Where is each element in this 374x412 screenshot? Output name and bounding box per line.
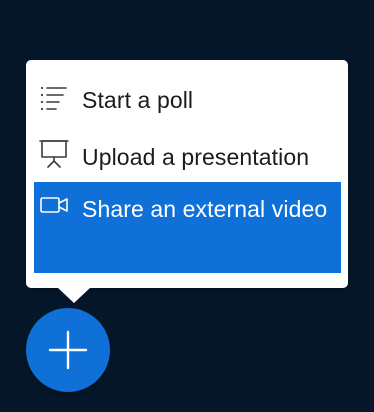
share-external-video-label: Share an external video <box>82 196 328 222</box>
share-external-video-menu-item[interactable]: Share an external video <box>34 182 341 273</box>
actions-fab-button[interactable] <box>26 308 110 392</box>
upload-presentation-menu-item[interactable]: Upload a presentation <box>34 136 341 176</box>
presentation-icon <box>39 140 69 168</box>
start-poll-label: Start a poll <box>82 87 194 113</box>
menu-pointer-arrow <box>57 287 91 303</box>
actions-menu: Start a poll Upload a presentation Share… <box>26 60 348 288</box>
plus-icon <box>48 330 88 370</box>
video-camera-icon <box>40 197 68 213</box>
upload-presentation-label: Upload a presentation <box>82 144 310 170</box>
poll-list-icon <box>40 86 67 111</box>
start-poll-menu-item[interactable]: Start a poll <box>34 80 341 120</box>
